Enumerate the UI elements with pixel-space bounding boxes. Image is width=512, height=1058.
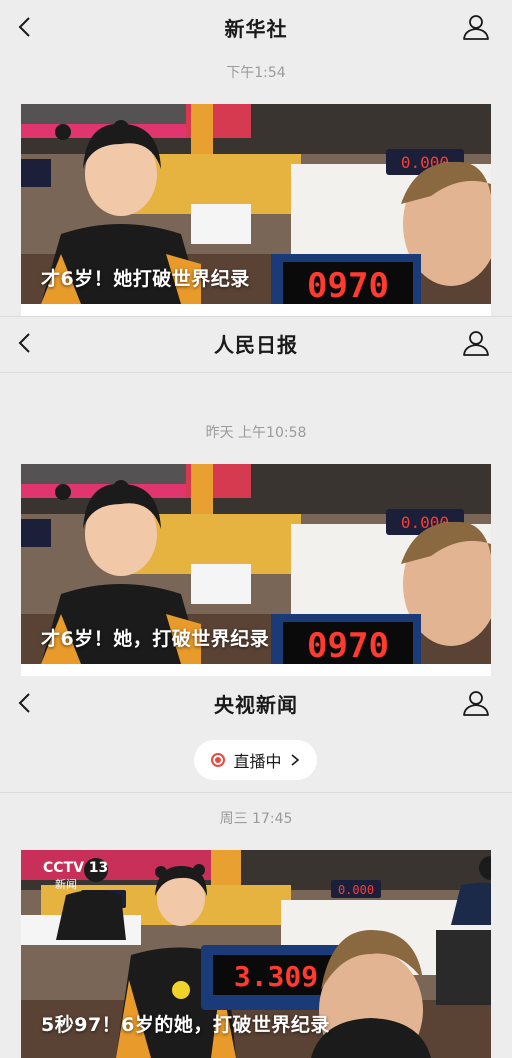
message-timestamp: 周三 17:45 <box>219 811 293 827</box>
video-card[interactable]: 0.000 3.309 CCTV 13 新闻 5秒97！6岁的她，打破世界纪录 <box>21 850 491 1058</box>
back-chevron-icon[interactable] <box>14 15 38 39</box>
account-title: 央视新闻 <box>214 692 298 717</box>
video-caption: 才6岁！她，打破世界纪录 <box>41 628 270 650</box>
message-timestamp: 昨天 上午10:58 <box>205 425 307 441</box>
video-thumbnail[interactable]: 0.000 3.309 CCTV 13 新闻 5秒97！6岁的她，打破世界纪录 <box>21 850 491 1058</box>
live-status-button[interactable]: 直播中 <box>194 740 317 780</box>
stack-timer: 3.309 <box>234 960 318 993</box>
back-chevron-icon[interactable] <box>14 331 38 355</box>
video-thumbnail[interactable]: 0.000 0970 才6岁！她，打破世界纪录 <box>21 464 491 664</box>
divider <box>0 372 512 373</box>
user-profile-icon[interactable] <box>462 689 490 717</box>
header-xinhua: 新华社 <box>0 0 512 54</box>
account-title: 新华社 <box>224 16 288 41</box>
header-cctv: 央视新闻 <box>0 676 512 730</box>
live-dot-icon <box>211 753 226 767</box>
video-caption: 才6岁！她打破世界纪录 <box>41 268 250 290</box>
channel-logo-sub: 新闻 <box>55 877 77 891</box>
video-thumbnail[interactable]: 0.000 0970 才6岁！她打破世界纪录 <box>21 104 491 304</box>
account-title: 人民日报 <box>214 332 298 357</box>
video-card[interactable]: 0.000 0970 才6岁！她打破世界纪录 <box>21 104 491 316</box>
stack-timer: 0970 <box>307 626 389 664</box>
user-profile-icon[interactable] <box>462 329 490 357</box>
chevron-right-icon <box>290 754 299 766</box>
stack-timer: 0970 <box>307 266 389 304</box>
header-renmin: 人民日报 <box>0 316 512 370</box>
stack-timer-small: 0.000 <box>338 883 374 897</box>
channel-logo-text: CCTV 13 <box>43 860 108 876</box>
user-profile-icon[interactable] <box>462 13 490 41</box>
live-label: 直播中 <box>233 752 282 771</box>
video-caption: 5秒97！6岁的她，打破世界纪录 <box>41 1014 330 1036</box>
back-chevron-icon[interactable] <box>14 691 38 715</box>
video-card[interactable]: 0.000 0970 才6岁！她，打破世界纪录 <box>21 464 491 676</box>
divider <box>0 792 512 793</box>
message-timestamp: 下午1:54 <box>226 65 286 81</box>
